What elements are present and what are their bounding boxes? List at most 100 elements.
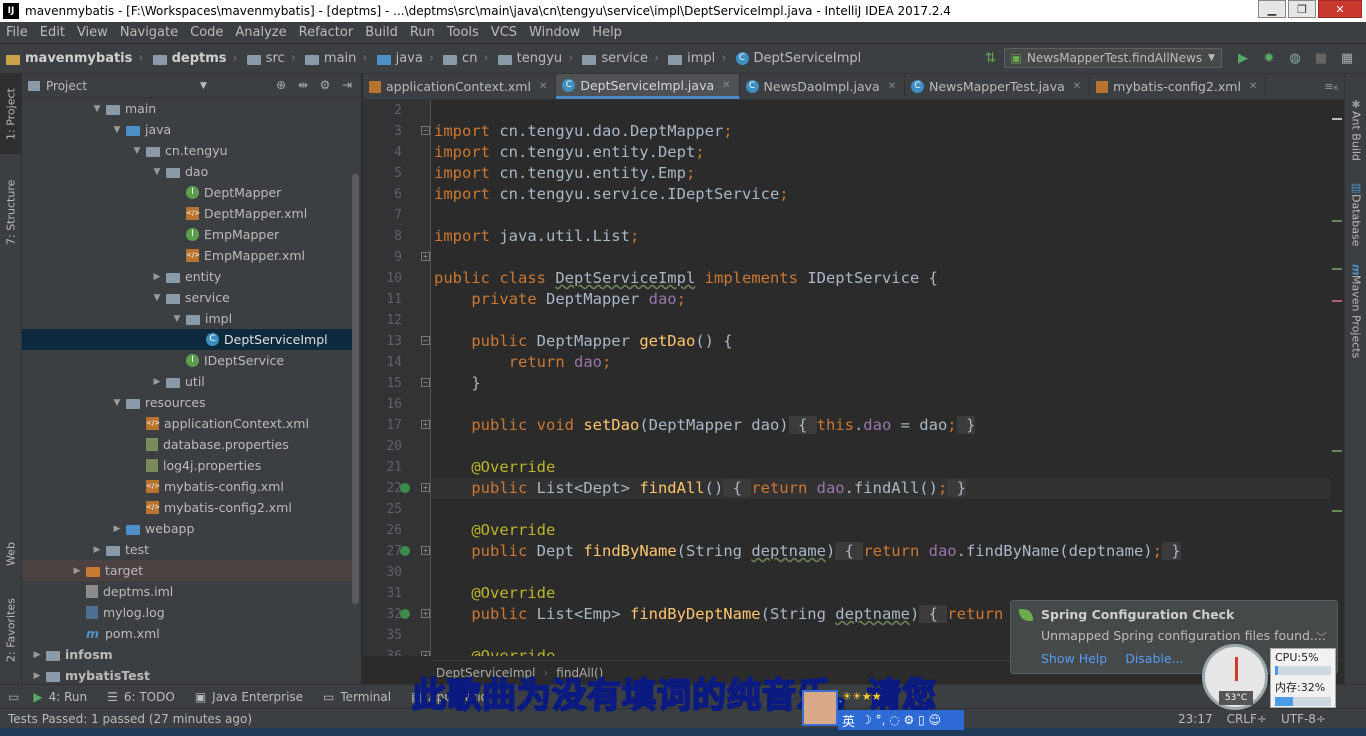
layout-icon[interactable]: ▭	[8, 690, 19, 704]
fold-marker-icon[interactable]: +	[421, 483, 430, 492]
fold-marker-icon[interactable]: −	[421, 336, 430, 345]
chevron-down-icon[interactable]: ▼	[150, 293, 164, 303]
tree-item[interactable]: ▼ dao	[22, 161, 352, 182]
fold-marker-icon[interactable]: +	[421, 252, 430, 261]
menu-help[interactable]: Help	[586, 25, 628, 40]
editor-error-stripe[interactable]	[1330, 100, 1344, 656]
close-tab-icon[interactable]: ✕	[1249, 81, 1257, 92]
menu-file[interactable]: File	[0, 25, 34, 40]
implements-method-icon[interactable]	[400, 546, 410, 556]
tool-window-button[interactable]: ▶ 4: Run	[23, 690, 97, 704]
caret-position[interactable]: 23:17	[1178, 712, 1213, 726]
chevron-down-icon[interactable]: ▼	[110, 398, 124, 408]
editor-tab[interactable]: C NewsMapperTest.java ✕	[905, 74, 1091, 99]
stop-icon[interactable]: ■	[1313, 50, 1329, 66]
tree-item[interactable]: ▶ mybatisTest	[22, 665, 352, 684]
coverage-icon[interactable]: ◍	[1287, 50, 1303, 66]
ime-language[interactable]: 英	[842, 711, 855, 730]
project-panel-title[interactable]: Project	[46, 79, 87, 93]
tab-database[interactable]: ▤ Database	[1345, 172, 1366, 256]
file-encoding[interactable]: UTF-8÷	[1281, 712, 1326, 726]
tree-item[interactable]: I IDeptService	[22, 350, 352, 371]
chevron-down-icon[interactable]: ▼	[170, 314, 184, 324]
debug-icon[interactable]: ✹	[1261, 50, 1277, 66]
tree-item[interactable]: </> mybatis-config2.xml	[22, 497, 352, 518]
tab-overflow-icon[interactable]: ≡₆	[1324, 80, 1338, 93]
implements-method-icon[interactable]	[400, 483, 410, 493]
tree-item[interactable]: ▶ entity	[22, 266, 352, 287]
tab-project[interactable]: 1: Project	[0, 74, 22, 154]
status-message[interactable]: Tests Passed: 1 passed (27 minutes ago)	[8, 712, 252, 726]
editor-tab[interactable]: C NewsDaoImpl.java ✕	[740, 74, 906, 99]
tree-item[interactable]: log4j.properties	[22, 455, 352, 476]
crumb-class[interactable]: C DeptServiceImpl	[730, 51, 865, 66]
menu-view[interactable]: View	[71, 25, 114, 40]
tree-item[interactable]: ▼ cn.tengyu	[22, 140, 352, 161]
chevron-right-icon[interactable]: ▶	[70, 566, 84, 576]
tree-item[interactable]: I DeptMapper	[22, 182, 352, 203]
tree-item[interactable]: ▼ resources	[22, 392, 352, 413]
chevron-down-icon[interactable]: ▼	[110, 125, 124, 135]
menu-run[interactable]: Run	[404, 25, 441, 40]
close-tab-icon[interactable]: ✕	[722, 80, 730, 91]
close-button[interactable]: ✕	[1318, 0, 1362, 18]
fold-marker-icon[interactable]: +	[421, 546, 430, 555]
menu-edit[interactable]: Edit	[34, 25, 71, 40]
ime-tool-icons[interactable]: ☽ °, ◌ ⚙ ▯ ☺	[861, 713, 941, 727]
crumb-service[interactable]: service ›	[576, 51, 662, 66]
tree-item[interactable]: mylog.log	[22, 602, 352, 623]
collapse-icon[interactable]: ⇹	[295, 78, 311, 92]
gear-icon[interactable]: ⚙	[317, 78, 333, 92]
line-separator[interactable]: CRLF÷	[1227, 712, 1267, 726]
chevron-right-icon[interactable]: ▶	[30, 650, 44, 660]
tree-item[interactable]: </> applicationContext.xml	[22, 413, 352, 434]
chevron-right-icon[interactable]: ▶	[150, 377, 164, 387]
tree-item[interactable]: </> DeptMapper.xml	[22, 203, 352, 224]
tree-item[interactable]: ▶ webapp	[22, 518, 352, 539]
hide-icon[interactable]: ⇥	[339, 78, 355, 92]
implements-method-icon[interactable]	[400, 609, 410, 619]
tree-item[interactable]: ▼ java	[22, 119, 352, 140]
tab-ant-build[interactable]: ✱ Ant Build	[1345, 88, 1366, 170]
run-configuration-select[interactable]: ▣ NewsMapperTest.findAllNews ▼	[1003, 48, 1222, 68]
editor-tab[interactable]: C DeptServiceImpl.java ✕	[556, 74, 740, 99]
menu-build[interactable]: Build	[359, 25, 404, 40]
tab-maven-projects[interactable]: m Maven Projects	[1345, 260, 1366, 362]
show-help-link[interactable]: Show Help	[1041, 651, 1107, 666]
crumb-src[interactable]: src ›	[241, 51, 299, 66]
tree-item[interactable]: deptms.iml	[22, 581, 352, 602]
menu-analyze[interactable]: Analyze	[229, 25, 292, 40]
crumb-project[interactable]: mavenmybatis ›	[0, 51, 147, 66]
menu-window[interactable]: Window	[523, 25, 586, 40]
disable-link[interactable]: Disable...	[1125, 651, 1183, 666]
crumb-main[interactable]: main ›	[299, 51, 371, 66]
crumb-java[interactable]: java ›	[371, 51, 437, 66]
chevron-right-icon[interactable]: ▶	[90, 545, 104, 555]
editor-tab[interactable]: mybatis-config2.xml ✕	[1090, 74, 1267, 99]
tree-item[interactable]: C DeptServiceImpl	[22, 329, 352, 350]
run-icon[interactable]: ▶	[1235, 50, 1251, 66]
menu-refactor[interactable]: Refactor	[293, 25, 360, 40]
tab-structure[interactable]: 7: Structure	[0, 166, 22, 258]
chevron-right-icon[interactable]: ▶	[110, 524, 124, 534]
editor-tab[interactable]: applicationContext.xml ✕	[363, 74, 557, 99]
project-scrollbar[interactable]	[352, 174, 359, 604]
tool-window-button[interactable]: ▣ Java Enterprise	[185, 690, 313, 704]
tree-item[interactable]: m pom.xml	[22, 623, 352, 644]
menu-vcs[interactable]: VCS	[485, 25, 523, 40]
chevron-down-icon[interactable]: ▼	[130, 146, 144, 156]
minimize-button[interactable]: ▁	[1258, 0, 1286, 18]
locate-icon[interactable]: ⊕	[273, 78, 289, 92]
tab-web[interactable]: Web	[0, 532, 22, 576]
menu-tools[interactable]: Tools	[441, 25, 485, 40]
tool-window-button[interactable]: ☰ 6: TODO	[97, 690, 185, 704]
fold-marker-icon[interactable]: −	[421, 378, 430, 387]
ime-toolbar[interactable]: ☀☀★★ 英 ☽ °, ◌ ⚙ ▯ ☺	[802, 690, 964, 730]
tree-item[interactable]: ▶ util	[22, 371, 352, 392]
tree-item[interactable]: ▼ impl	[22, 308, 352, 329]
tree-item[interactable]: database.properties	[22, 434, 352, 455]
chevron-down-icon[interactable]: ﹀	[1316, 629, 1327, 645]
tree-item[interactable]: ▼ main	[22, 98, 352, 119]
tree-item[interactable]: ▶ target	[22, 560, 352, 581]
fold-marker-icon[interactable]: +	[421, 651, 430, 656]
